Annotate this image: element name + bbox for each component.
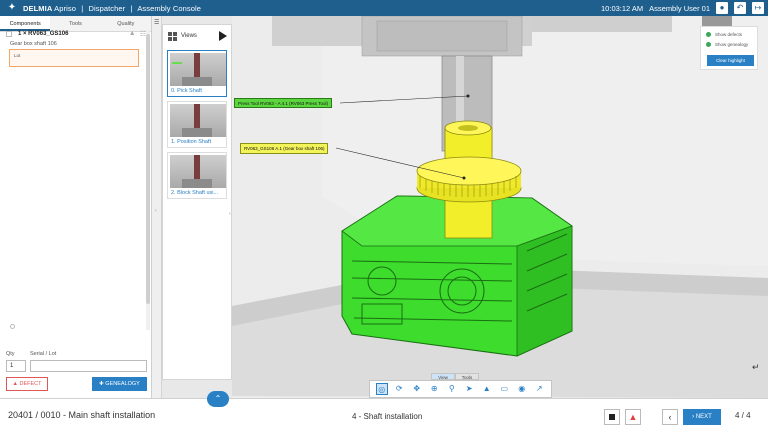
next-button[interactable]: › NEXT — [683, 409, 721, 425]
back-icon[interactable]: ↶ — [734, 2, 746, 14]
view-thumbnail — [170, 155, 226, 188]
tab-view[interactable]: View — [431, 373, 455, 380]
plus-icon: ✚ — [99, 381, 104, 387]
stop-button[interactable] — [604, 409, 620, 425]
view-thumbnail — [170, 104, 226, 137]
genealogy-button[interactable]: ✚ GENEALOGY — [92, 377, 147, 391]
bottom-bar: ⌃ 20401 / 0010 - Main shaft installation… — [0, 391, 768, 432]
toggle-on-icon — [706, 42, 711, 47]
lot-label: Lot — [14, 53, 21, 58]
menu-icon[interactable]: ☰ — [154, 19, 159, 26]
axis-triad-icon: ↵ — [752, 362, 760, 372]
collapse-grip-icon[interactable]: ‹ — [155, 208, 157, 214]
views-toggle-strip[interactable]: ☰ ‹ — [152, 16, 162, 398]
view-thumbnail — [170, 53, 226, 86]
show-defects-toggle[interactable]: Show defects — [706, 32, 742, 37]
user-name: Assembly User 01 — [649, 3, 710, 13]
alert-button[interactable]: ▲ — [625, 409, 641, 425]
defect-button[interactable]: ▲ DEFECT — [6, 377, 48, 391]
previous-button[interactable]: ‹ — [662, 409, 678, 425]
view-card[interactable]: 1. Position Shaft — [167, 101, 227, 148]
pan-icon[interactable]: ✥ — [411, 383, 423, 395]
views-panel: Views 0. Pick Shaft 1. Position Shaft 2.… — [162, 24, 232, 380]
shaft-part-tag[interactable]: RV063_GS106 A.1 (Gear box shaft 106) — [240, 143, 329, 154]
serial-label: Serial / Lot — [30, 351, 57, 357]
play-icon[interactable] — [219, 31, 227, 41]
highlight-panel: Show defects Show genealogy Clear highli… — [700, 26, 758, 70]
bell-icon[interactable]: ▲ — [129, 30, 136, 38]
assembly-model[interactable] — [232, 16, 768, 398]
component-title: 1 × RV063_GS106 — [18, 31, 69, 37]
component-description: Gear box shaft 106 — [10, 41, 57, 47]
warning-icon: ▲ — [12, 381, 18, 387]
visibility-icon[interactable]: ◉ — [516, 383, 528, 395]
qty-input[interactable]: 1 — [6, 360, 26, 372]
top-bar: ✦ DELMIA Apriso | Dispatcher | Assembly … — [0, 0, 768, 16]
3d-viewport[interactable]: Press Tool RV063 - A 4.1 (RV063 Press To… — [232, 16, 768, 398]
app-title: DELMIA Apriso | Dispatcher | Assembly Co… — [23, 3, 202, 13]
rotate-icon[interactable]: ⟳ — [393, 383, 405, 395]
views-header: Views — [163, 25, 231, 47]
zoom-icon[interactable]: ⊕ — [428, 383, 440, 395]
expand-up-button[interactable]: ⌃ — [207, 391, 229, 407]
chevron-left-icon: ‹ — [668, 412, 672, 422]
tab-viewer-tools[interactable]: Tools — [455, 373, 479, 380]
operation-label: 20401 / 0010 - Main shaft installation — [8, 410, 156, 420]
view-card[interactable]: 0. Pick Shaft — [167, 50, 227, 97]
logout-icon[interactable]: ↦ — [752, 2, 764, 14]
render-style-icon[interactable]: ▲ — [481, 383, 493, 395]
left-scrollbar[interactable] — [146, 30, 150, 330]
viewer-tabs: View Tools — [431, 373, 479, 380]
clock: 10:03:12 AM — [601, 3, 644, 13]
chevron-up-icon: ⌃ — [214, 394, 222, 403]
section-icon[interactable]: ▭ — [498, 383, 510, 395]
component-row[interactable]: 1 × RV063_GS106 ▲ ☷ — [6, 29, 146, 39]
chevron-right-icon: › — [692, 414, 695, 420]
viewer-toolbar: ◎ ⟳ ✥ ⊕ ⚲ ➤ ▲ ▭ ◉ ↗ — [369, 380, 552, 398]
show-genealogy-toggle[interactable]: Show genealogy — [706, 42, 748, 47]
lot-field[interactable]: Lot — [9, 49, 139, 67]
step-pager: 4 / 4 — [735, 411, 751, 420]
clear-highlight-button[interactable]: Clear highlight — [707, 55, 754, 66]
zoom-area-icon[interactable]: ⚲ — [446, 383, 458, 395]
user-icon[interactable]: ● — [716, 2, 728, 14]
grid-icon — [168, 31, 177, 41]
views-title: Views — [181, 33, 197, 39]
pager-dot[interactable] — [10, 324, 15, 329]
stop-icon — [609, 414, 615, 420]
serial-input[interactable] — [30, 360, 147, 372]
views-resize-icon[interactable]: ‹ — [229, 211, 231, 217]
warning-icon: ▲ — [628, 412, 638, 422]
view-label: 1. Position Shaft — [171, 139, 212, 145]
press-tool-tag[interactable]: Press Tool RV063 - A 4.1 (RV063 Press To… — [234, 98, 332, 108]
view-label: 0. Pick Shaft — [171, 88, 202, 94]
component-checkbox[interactable] — [6, 31, 12, 37]
fit-all-icon[interactable]: ◎ — [375, 383, 388, 395]
left-panel: Components Tools Quality — [0, 16, 152, 398]
view-card[interactable]: 2. Block Shaft usi... — [167, 152, 227, 199]
qty-label: Qty — [6, 351, 15, 357]
select-icon[interactable]: ➤ — [463, 383, 475, 395]
toggle-on-icon — [706, 32, 711, 37]
measure-icon[interactable]: ↗ — [533, 383, 545, 395]
ds-logo-icon: ✦ — [7, 2, 17, 13]
step-label: 4 - Shaft installation — [352, 412, 423, 421]
view-label: 2. Block Shaft usi... — [171, 190, 219, 196]
